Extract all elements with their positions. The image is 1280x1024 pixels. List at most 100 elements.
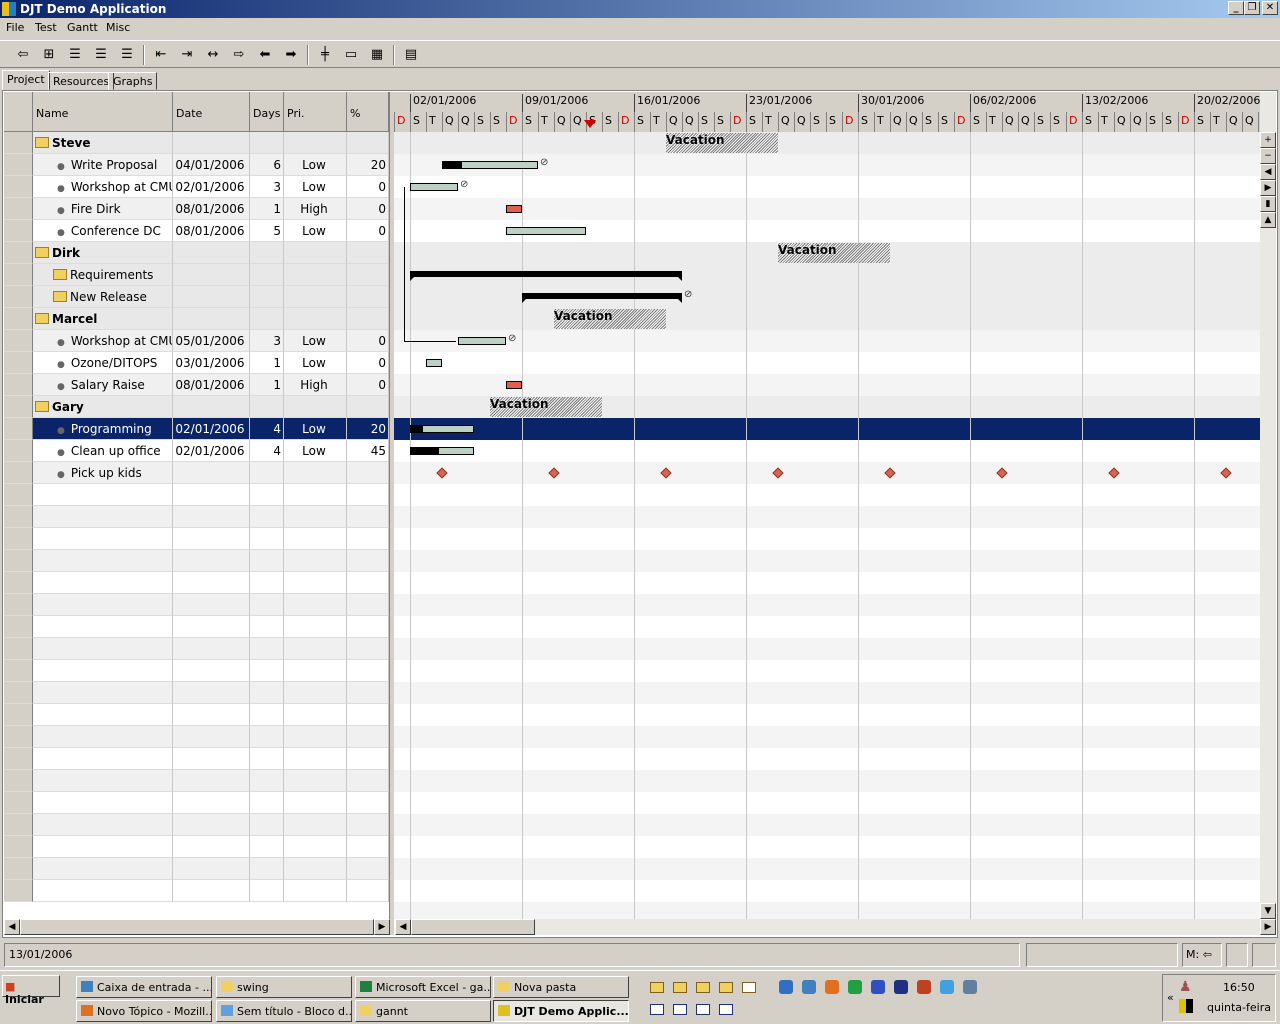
- high-priority-bar[interactable]: [506, 205, 522, 213]
- quicklaunch-app-icon[interactable]: [917, 980, 931, 994]
- priority-cell[interactable]: Low: [284, 220, 347, 242]
- taskbar-button[interactable]: DJT Demo Applic...: [493, 1000, 629, 1022]
- priority-cell[interactable]: Low: [284, 330, 347, 352]
- row-header[interactable]: [4, 836, 33, 858]
- quicklaunch-app-icon[interactable]: [802, 980, 816, 994]
- task-bar[interactable]: [426, 359, 442, 367]
- toolbar-milestone-button[interactable]: ⇨: [228, 45, 250, 65]
- toolbar-note-button[interactable]: ▭: [340, 45, 362, 65]
- row-header[interactable]: [4, 770, 33, 792]
- date-cell[interactable]: 02/01/2006: [173, 418, 250, 440]
- taskbar-button[interactable]: gannt: [355, 1000, 491, 1022]
- table-row[interactable]: −Marcel: [4, 308, 389, 330]
- row-header[interactable]: [4, 308, 33, 330]
- table-row[interactable]: ● Pick up kids: [4, 462, 389, 484]
- row-header[interactable]: [4, 814, 33, 836]
- days-cell[interactable]: [250, 462, 284, 484]
- row-header[interactable]: [4, 704, 33, 726]
- row-header[interactable]: [4, 880, 33, 902]
- percent-cell[interactable]: [347, 286, 389, 308]
- row-header[interactable]: [4, 462, 33, 484]
- scroll-thumb[interactable]: [20, 919, 374, 935]
- row-header[interactable]: [4, 528, 33, 550]
- date-cell[interactable]: [173, 308, 250, 330]
- days-cell[interactable]: 1: [250, 374, 284, 396]
- row-header[interactable]: [4, 154, 33, 176]
- toolbar-split-button[interactable]: ╪: [314, 45, 336, 65]
- priority-cell[interactable]: [284, 132, 347, 154]
- table-row[interactable]: ● Workshop at CMU 02/01/2006 3 Low 0: [4, 176, 389, 198]
- menu-gantt[interactable]: Gantt: [67, 21, 98, 34]
- name-cell[interactable]: ● Fire Dirk: [33, 198, 173, 220]
- gantt-horizontal-scrollbar[interactable]: ◀ ▶: [395, 919, 1276, 935]
- vacation-block[interactable]: Vacation: [778, 243, 890, 263]
- row-header[interactable]: [4, 616, 33, 638]
- name-cell[interactable]: ● Conference DC: [33, 220, 173, 242]
- toolbar-grid-button[interactable]: ▦: [366, 45, 388, 65]
- date-cell[interactable]: 08/01/2006: [173, 374, 250, 396]
- priority-cell[interactable]: High: [284, 374, 347, 396]
- percent-cell[interactable]: 20: [347, 418, 389, 440]
- days-cell[interactable]: 4: [250, 418, 284, 440]
- row-header[interactable]: [4, 748, 33, 770]
- taskbar-button[interactable]: Nova pasta: [493, 976, 629, 998]
- taskbar-button[interactable]: Microsoft Excel - ga...: [355, 976, 491, 998]
- name-cell[interactable]: +New Release: [33, 286, 173, 308]
- table-row[interactable]: ● Programming 02/01/2006 4 Low 20: [4, 418, 389, 440]
- table-row[interactable]: −Gary: [4, 396, 389, 418]
- summary-bar[interactable]: [522, 293, 682, 303]
- table-horizontal-scrollbar[interactable]: ◀ ▶: [4, 919, 390, 935]
- taskbar-button[interactable]: Caixa de entrada - ...: [76, 976, 212, 998]
- toolbar-align-button[interactable]: ☰: [90, 45, 112, 65]
- date-cell[interactable]: 02/01/2006: [173, 176, 250, 198]
- name-cell[interactable]: ● Salary Raise: [33, 374, 173, 396]
- percent-cell[interactable]: 0: [347, 176, 389, 198]
- row-header[interactable]: [4, 484, 33, 506]
- priority-cell[interactable]: [284, 308, 347, 330]
- scroll-right-button[interactable]: ▶: [1260, 180, 1276, 196]
- tab-graphs[interactable]: Graphs: [108, 72, 158, 90]
- column-header-name[interactable]: Name: [33, 92, 173, 132]
- row-header[interactable]: [4, 352, 33, 374]
- tab-resources[interactable]: Resources: [48, 72, 115, 90]
- priority-cell[interactable]: Low: [284, 418, 347, 440]
- summary-bar[interactable]: [410, 271, 682, 281]
- name-cell[interactable]: ● Write Proposal: [33, 154, 173, 176]
- quicklaunch-window-icon[interactable]: [673, 1004, 687, 1015]
- task-bar[interactable]: [410, 447, 474, 455]
- vacation-block[interactable]: Vacation: [490, 397, 602, 417]
- row-header[interactable]: [4, 682, 33, 704]
- priority-cell[interactable]: [284, 396, 347, 418]
- days-cell[interactable]: 4: [250, 440, 284, 462]
- column-header-percent[interactable]: %: [347, 92, 389, 132]
- date-cell[interactable]: 05/01/2006: [173, 330, 250, 352]
- quicklaunch-window-icon[interactable]: [650, 1004, 664, 1015]
- percent-cell[interactable]: 0: [347, 330, 389, 352]
- name-cell[interactable]: ● Workshop at CMU: [33, 176, 173, 198]
- date-cell[interactable]: [173, 264, 250, 286]
- date-cell[interactable]: 08/01/2006: [173, 220, 250, 242]
- percent-cell[interactable]: [347, 462, 389, 484]
- vacation-block[interactable]: Vacation: [554, 309, 666, 329]
- percent-cell[interactable]: 0: [347, 220, 389, 242]
- percent-cell[interactable]: 0: [347, 374, 389, 396]
- priority-cell[interactable]: Low: [284, 154, 347, 176]
- table-row[interactable]: ● Fire Dirk 08/01/2006 1 High 0: [4, 198, 389, 220]
- date-cell[interactable]: [173, 396, 250, 418]
- task-bar[interactable]: [442, 161, 538, 169]
- row-header[interactable]: [4, 594, 33, 616]
- table-row[interactable]: ● Ozone/DITOPS 03/01/2006 1 Low 0: [4, 352, 389, 374]
- vertical-scrollbar[interactable]: + − ◀ ▶ ▮ ▲ ▼: [1260, 92, 1276, 919]
- row-header[interactable]: [4, 132, 33, 154]
- date-cell[interactable]: 08/01/2006: [173, 198, 250, 220]
- row-header[interactable]: [4, 242, 33, 264]
- days-cell[interactable]: 6: [250, 154, 284, 176]
- table-row[interactable]: ● Workshop at CMU 05/01/2006 3 Low 0: [4, 330, 389, 352]
- priority-cell[interactable]: High: [284, 198, 347, 220]
- days-cell[interactable]: 1: [250, 198, 284, 220]
- name-cell[interactable]: ● Ozone/DITOPS: [33, 352, 173, 374]
- menu-file[interactable]: File: [6, 21, 24, 34]
- days-cell[interactable]: [250, 286, 284, 308]
- name-cell[interactable]: ● Pick up kids: [33, 462, 173, 484]
- days-cell[interactable]: 3: [250, 176, 284, 198]
